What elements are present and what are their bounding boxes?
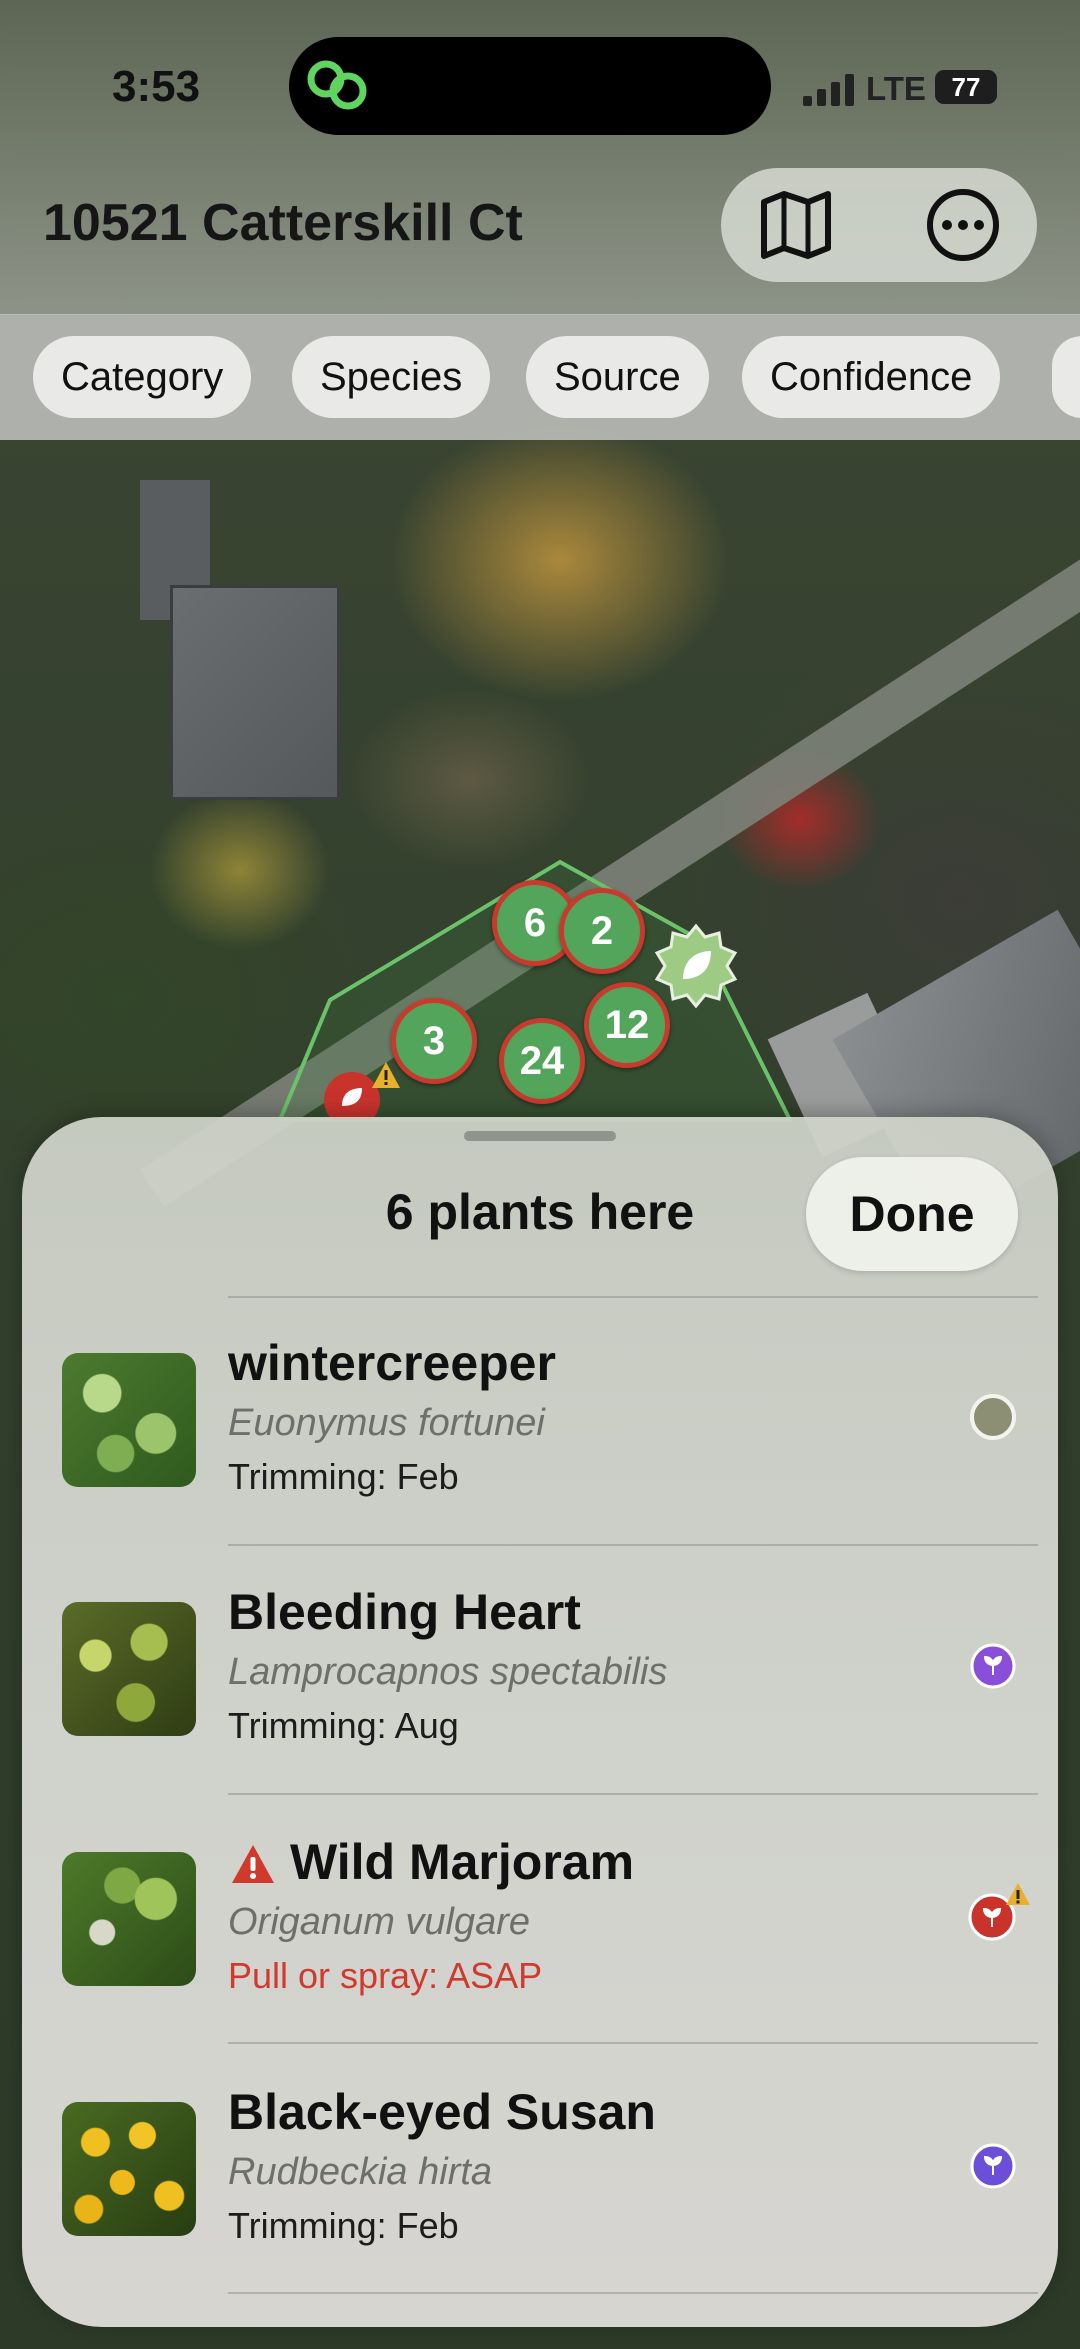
filter-chip-species[interactable]: Species	[292, 336, 491, 418]
plant-scientific-name: Euonymus fortunei	[228, 1402, 545, 1444]
leaf-badge-marker[interactable]	[653, 923, 739, 1009]
status-indicator	[970, 1394, 1016, 1440]
battery-level: 77	[935, 70, 997, 104]
link-chain-icon	[307, 60, 367, 110]
plant-name: Black-eyed Susan	[228, 2084, 656, 2140]
more-options-button[interactable]	[923, 185, 1003, 265]
divider	[228, 2042, 1038, 2044]
plant-name: Wild Marjoram	[290, 1834, 635, 1890]
map-cluster-marker[interactable]: 24	[499, 1018, 585, 1104]
plant-thumbnail	[62, 1353, 196, 1487]
plants-sheet: 6 plants here Done wintercreeper Euonymu…	[22, 1117, 1058, 2327]
done-button[interactable]: Done	[806, 1157, 1018, 1271]
cellular-signal-icon	[803, 74, 854, 106]
filter-bar[interactable]: Category Species Source Confidence	[0, 314, 1080, 440]
flower-status-icon	[970, 2143, 1016, 2189]
status-time: 3:53	[112, 62, 201, 111]
filter-chip-source[interactable]: Source	[526, 336, 709, 418]
map-cluster-marker[interactable]: 2	[559, 888, 645, 974]
filter-chip-category[interactable]: Category	[33, 336, 252, 418]
invasive-warning-status-icon	[968, 1883, 1030, 1941]
ellipsis-circle-icon	[927, 189, 999, 261]
page-title: 10521 Catterskill Ct	[43, 194, 523, 252]
header-action-group	[721, 168, 1037, 282]
plant-care-detail: Trimming: Aug	[228, 1705, 459, 1746]
plant-care-detail: Trimming: Feb	[228, 1456, 459, 1497]
divider	[228, 1793, 1038, 1795]
filter-chip-more[interactable]	[1052, 336, 1080, 418]
warning-plant-marker[interactable]	[322, 1060, 402, 1120]
plant-thumbnail	[62, 1852, 196, 1986]
list-item[interactable]: Black-eyed Susan Rudbeckia hirta Trimmin…	[22, 2047, 1058, 2295]
filter-chip-confidence[interactable]: Confidence	[742, 336, 1001, 418]
map-cluster-marker[interactable]: 3	[391, 998, 477, 1084]
warning-icon	[232, 1845, 274, 1883]
map-icon	[761, 191, 831, 259]
plant-scientific-name: Origanum vulgare	[228, 1901, 531, 1943]
list-item[interactable]: Bleeding Heart Lamprocapnos spectabilis …	[22, 1547, 1058, 1795]
plant-thumbnail	[62, 2102, 196, 2236]
plant-thumbnail	[62, 1602, 196, 1736]
flower-status-icon	[970, 1643, 1016, 1689]
sheet-grabber[interactable]	[464, 1131, 616, 1141]
plant-name: wintercreeper	[228, 1335, 556, 1391]
status-bar: 3:53 LTE 77	[0, 0, 1080, 170]
list-item[interactable]: wintercreeper Euonymus fortunei Trimming…	[22, 1298, 1058, 1546]
network-type: LTE	[866, 70, 926, 107]
plant-care-detail: Pull or spray: ASAP	[228, 1955, 543, 1996]
divider	[228, 2292, 1038, 2294]
map-button[interactable]	[756, 185, 836, 265]
divider	[228, 1544, 1038, 1546]
plant-scientific-name: Lamprocapnos spectabilis	[228, 1651, 668, 1693]
plant-name: Bleeding Heart	[228, 1584, 581, 1640]
list-item[interactable]: Wild Marjoram Origanum vulgare Pull or s…	[22, 1797, 1058, 2045]
plant-care-detail: Trimming: Feb	[228, 2205, 459, 2246]
plant-scientific-name: Rudbeckia hirta	[228, 2151, 493, 2193]
